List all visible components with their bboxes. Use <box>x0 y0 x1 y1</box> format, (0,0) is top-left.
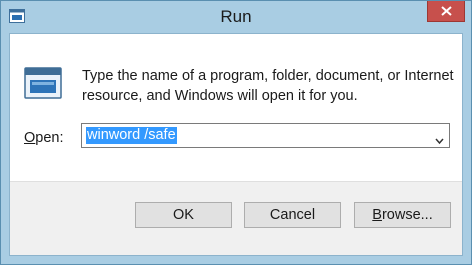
dialog-body: Type the name of a program, folder, docu… <box>9 33 463 256</box>
chevron-down-icon[interactable] <box>435 132 444 145</box>
browse-accelerator: B <box>372 207 382 223</box>
title-bar[interactable]: Run <box>1 1 471 33</box>
open-combobox[interactable]: winword /safe <box>81 123 450 148</box>
close-button[interactable] <box>427 1 465 22</box>
cancel-button[interactable]: Cancel <box>244 202 341 228</box>
browse-label: rowse... <box>381 207 433 223</box>
run-dialog: Run Type the name of a program, folder, … <box>0 0 472 265</box>
close-icon <box>441 6 452 16</box>
run-app-icon <box>24 67 62 99</box>
ok-button[interactable]: OK <box>135 202 232 228</box>
window-title: Run <box>220 7 252 26</box>
open-label-text: pen: <box>35 130 64 146</box>
open-input[interactable]: winword /safe <box>86 127 177 144</box>
open-label: Open: <box>24 130 64 146</box>
open-label-accelerator: O <box>24 130 36 146</box>
description-text: Type the name of a program, folder, docu… <box>82 68 454 104</box>
browse-button[interactable]: Browse... <box>354 202 451 228</box>
